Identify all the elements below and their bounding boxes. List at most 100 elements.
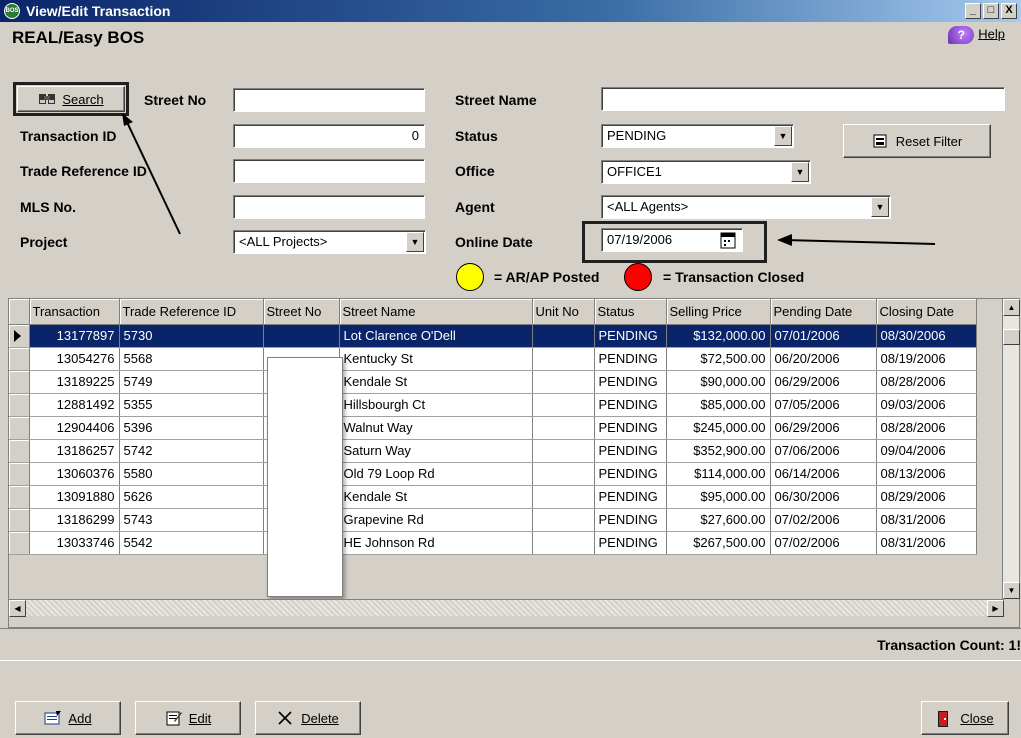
scroll-thumb[interactable] bbox=[1003, 329, 1020, 345]
table-row[interactable]: 13189225 5749 Kendale St PENDING $90,000.00 0… bbox=[9, 370, 977, 394]
table-cell[interactable]: PENDING bbox=[594, 462, 667, 486]
table-cell[interactable]: PENDING bbox=[594, 508, 667, 532]
table-cell[interactable]: 08/28/2006 bbox=[876, 370, 977, 394]
table-cell[interactable]: PENDING bbox=[594, 393, 667, 417]
table-cell[interactable]: PENDING bbox=[594, 531, 667, 555]
scroll-right-icon[interactable]: ▶ bbox=[987, 600, 1004, 617]
table-cell[interactable]: 5396 bbox=[119, 416, 264, 440]
table-cell[interactable] bbox=[532, 508, 595, 532]
row-selector[interactable] bbox=[9, 324, 30, 348]
table-cell[interactable]: PENDING bbox=[594, 416, 667, 440]
table-cell[interactable] bbox=[532, 531, 595, 555]
table-row[interactable]: 13033746 5542 HE Johnson Rd PENDING $267,500… bbox=[9, 531, 977, 555]
delete-button[interactable]: Delete bbox=[255, 701, 361, 735]
table-cell[interactable]: PENDING bbox=[594, 324, 667, 348]
table-row[interactable]: 13177897 5730 Lot Clarence O'Dell PENDING $1… bbox=[9, 324, 977, 348]
table-cell[interactable] bbox=[532, 324, 595, 348]
table-cell[interactable]: PENDING bbox=[594, 439, 667, 463]
table-cell[interactable] bbox=[532, 439, 595, 463]
table-cell[interactable]: HE Johnson Rd bbox=[339, 531, 533, 555]
table-row[interactable]: 13186257 5742 Saturn Way PENDING $352,900.00… bbox=[9, 439, 977, 463]
table-cell[interactable] bbox=[532, 347, 595, 371]
table-cell[interactable]: 08/13/2006 bbox=[876, 462, 977, 486]
table-cell[interactable]: Lot Clarence O'Dell bbox=[339, 324, 533, 348]
table-row[interactable]: 13060376 5580 Old 79 Loop Rd PENDING $114,00… bbox=[9, 462, 977, 486]
table-cell[interactable]: 08/19/2006 bbox=[876, 347, 977, 371]
row-selector[interactable] bbox=[9, 485, 30, 509]
row-selector[interactable] bbox=[9, 393, 30, 417]
table-cell[interactable]: 13189225 bbox=[29, 370, 120, 394]
table-cell[interactable]: 13177897 bbox=[29, 324, 120, 348]
table-cell[interactable]: Walnut Way bbox=[339, 416, 533, 440]
table-cell[interactable]: 06/30/2006 bbox=[770, 485, 877, 509]
table-cell[interactable]: 12881492 bbox=[29, 393, 120, 417]
table-cell[interactable]: 5580 bbox=[119, 462, 264, 486]
row-selector[interactable] bbox=[9, 439, 30, 463]
table-cell[interactable]: 07/02/2006 bbox=[770, 508, 877, 532]
table-cell[interactable]: 09/04/2006 bbox=[876, 439, 977, 463]
table-cell[interactable]: Kentucky St bbox=[339, 347, 533, 371]
table-cell[interactable]: $90,000.00 bbox=[666, 370, 771, 394]
table-cell[interactable] bbox=[532, 370, 595, 394]
table-cell[interactable]: 07/02/2006 bbox=[770, 531, 877, 555]
table-cell[interactable]: 5749 bbox=[119, 370, 264, 394]
row-selector[interactable] bbox=[9, 462, 30, 486]
table-cell[interactable] bbox=[532, 393, 595, 417]
table-cell[interactable]: $245,000.00 bbox=[666, 416, 771, 440]
table-row[interactable]: 12881492 5355 Hillsbourgh Ct PENDING $85,000… bbox=[9, 393, 977, 417]
table-cell[interactable]: 5742 bbox=[119, 439, 264, 463]
edit-button[interactable]: Edit bbox=[135, 701, 241, 735]
scroll-left-icon[interactable]: ◀ bbox=[9, 600, 26, 617]
table-cell[interactable]: Kendale St bbox=[339, 370, 533, 394]
row-selector[interactable] bbox=[9, 416, 30, 440]
table-cell[interactable]: Grapevine Rd bbox=[339, 508, 533, 532]
table-cell[interactable] bbox=[532, 485, 595, 509]
column-header[interactable]: Unit No bbox=[532, 299, 595, 325]
add-button[interactable]: Add bbox=[15, 701, 121, 735]
table-cell[interactable]: 13033746 bbox=[29, 531, 120, 555]
table-cell[interactable]: 08/28/2006 bbox=[876, 416, 977, 440]
table-cell[interactable]: PENDING bbox=[594, 485, 667, 509]
table-cell[interactable]: Kendale St bbox=[339, 485, 533, 509]
table-cell[interactable] bbox=[532, 462, 595, 486]
column-header[interactable]: Street No bbox=[263, 299, 340, 325]
row-selector[interactable] bbox=[9, 347, 30, 371]
table-cell[interactable]: 5626 bbox=[119, 485, 264, 509]
table-cell[interactable]: 5568 bbox=[119, 347, 264, 371]
table-cell[interactable]: PENDING bbox=[594, 370, 667, 394]
table-cell[interactable]: 06/14/2006 bbox=[770, 462, 877, 486]
table-cell[interactable]: $267,500.00 bbox=[666, 531, 771, 555]
table-cell[interactable]: PENDING bbox=[594, 347, 667, 371]
table-cell[interactable]: 5355 bbox=[119, 393, 264, 417]
table-row[interactable]: 13054276 5568 Kentucky St PENDING $72,500.00… bbox=[9, 347, 977, 371]
column-header[interactable]: Pending Date bbox=[770, 299, 877, 325]
scroll-up-icon[interactable]: ▲ bbox=[1003, 299, 1020, 316]
table-cell[interactable]: Hillsbourgh Ct bbox=[339, 393, 533, 417]
table-cell[interactable]: 5542 bbox=[119, 531, 264, 555]
table-cell[interactable] bbox=[263, 324, 340, 348]
table-cell[interactable]: Saturn Way bbox=[339, 439, 533, 463]
column-header[interactable]: Closing Date bbox=[876, 299, 977, 325]
column-header[interactable]: Street Name bbox=[339, 299, 533, 325]
row-selector[interactable] bbox=[9, 508, 30, 532]
table-cell[interactable]: 13186257 bbox=[29, 439, 120, 463]
table-cell[interactable] bbox=[532, 416, 595, 440]
table-cell[interactable]: $72,500.00 bbox=[666, 347, 771, 371]
table-cell[interactable]: 5743 bbox=[119, 508, 264, 532]
column-header[interactable]: Transaction bbox=[29, 299, 120, 325]
table-cell[interactable]: 13186299 bbox=[29, 508, 120, 532]
table-cell[interactable]: 08/30/2006 bbox=[876, 324, 977, 348]
table-cell[interactable]: $27,600.00 bbox=[666, 508, 771, 532]
row-selector[interactable] bbox=[9, 370, 30, 394]
close-button[interactable]: Close bbox=[921, 701, 1009, 735]
table-cell[interactable]: $95,000.00 bbox=[666, 485, 771, 509]
column-header[interactable]: Status bbox=[594, 299, 667, 325]
table-cell[interactable]: 08/29/2006 bbox=[876, 485, 977, 509]
table-cell[interactable]: $352,900.00 bbox=[666, 439, 771, 463]
table-cell[interactable]: 07/06/2006 bbox=[770, 439, 877, 463]
table-cell[interactable]: 08/31/2006 bbox=[876, 508, 977, 532]
table-cell[interactable]: $114,000.00 bbox=[666, 462, 771, 486]
table-cell[interactable]: 5730 bbox=[119, 324, 264, 348]
table-cell[interactable]: 06/20/2006 bbox=[770, 347, 877, 371]
table-cell[interactable]: 13054276 bbox=[29, 347, 120, 371]
